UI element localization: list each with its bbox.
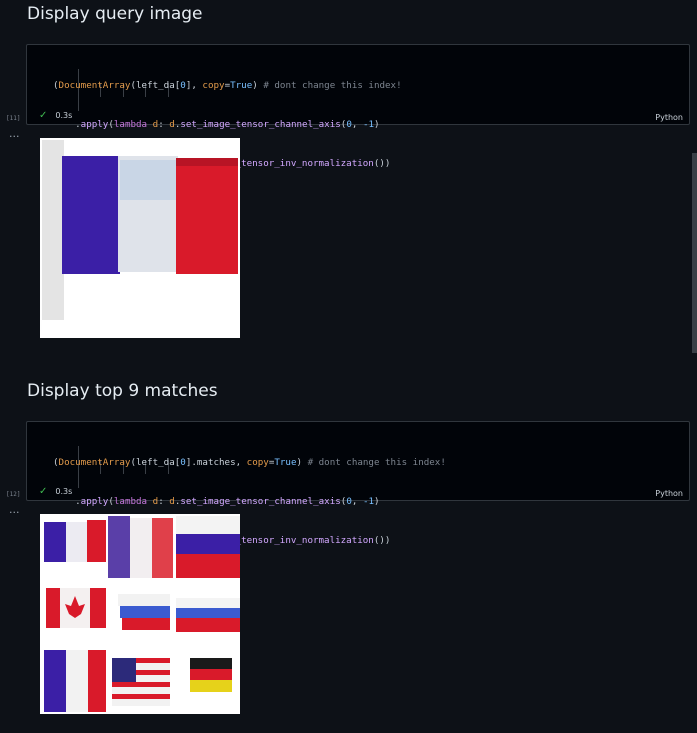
check-icon: ✓: [39, 486, 48, 497]
check-icon: ✓: [39, 110, 48, 121]
cell-status: ✓ 0.3s: [39, 110, 72, 122]
code-cell-matches[interactable]: (DocumentArray(left_da[0].matches, copy=…: [26, 421, 690, 585]
sprite-tile-canada: [46, 588, 106, 628]
language-label[interactable]: Python: [655, 113, 683, 122]
markdown-heading-query: Display query image: [27, 4, 203, 24]
sprite-tile-france: [44, 520, 106, 562]
matches-sprite-output: [40, 514, 240, 714]
code-line: (DocumentArray(left_da[0], copy=True) # …: [53, 80, 402, 91]
cell-status: ✓ 0.3s: [39, 486, 72, 498]
execution-count: [11]: [6, 115, 21, 122]
code-line: .apply(lambda d: d.set_image_tensor_chan…: [53, 119, 380, 130]
execution-count: [12]: [6, 491, 21, 498]
sprite-tile-russia: [118, 594, 170, 630]
code-cell-query[interactable]: (DocumentArray(left_da[0], copy=True) # …: [26, 44, 690, 208]
language-label[interactable]: Python: [655, 489, 683, 498]
sprite-tile-france: [44, 650, 106, 712]
execution-time: 0.3s: [55, 487, 73, 496]
sprite-tile-france: [108, 516, 173, 578]
code-line: (DocumentArray(left_da[0].matches, copy=…: [53, 457, 446, 468]
query-image-output: [40, 138, 240, 338]
output-ellipsis[interactable]: ...: [9, 127, 20, 140]
markdown-heading-matches: Display top 9 matches: [27, 381, 218, 401]
french-flag-image: [40, 138, 240, 338]
notebook-page: Display query image [11] (DocumentArray(…: [0, 0, 697, 733]
sprite-tile-usa: [112, 658, 170, 706]
output-ellipsis[interactable]: ...: [9, 503, 20, 516]
sprite-tile-russia: [176, 516, 240, 578]
sprite-tile-germany: [190, 658, 232, 692]
execution-time: 0.3s: [55, 111, 73, 120]
sprite-tile-russia: [176, 598, 240, 632]
vertical-scrollbar[interactable]: [692, 153, 697, 353]
code-line: .apply(lambda d: d.set_image_tensor_chan…: [53, 496, 380, 507]
flag-sprite-grid: [40, 514, 240, 714]
